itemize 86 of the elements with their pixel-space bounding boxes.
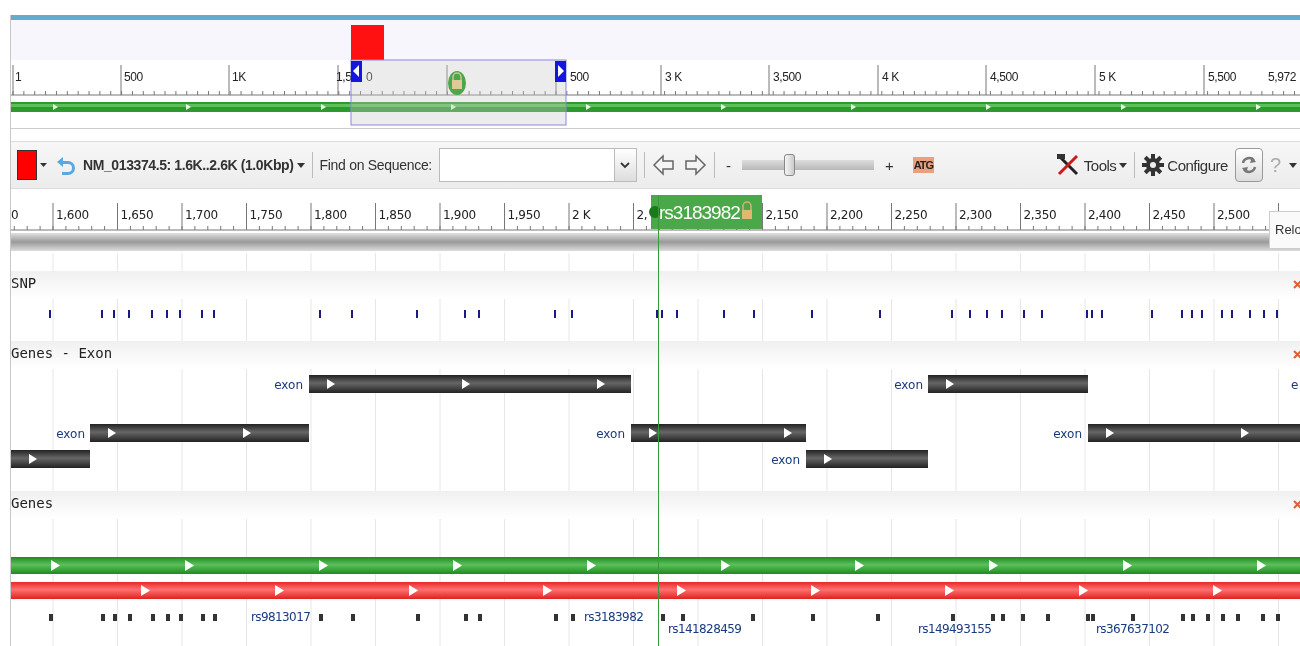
ruler-label: 5 K [1099,70,1116,84]
snp-label[interactable]: rs149493155 [918,622,992,636]
configure-button[interactable]: Configure [1142,154,1228,176]
ruler-label: 2,400 [1088,208,1121,222]
ruler-scroll-bar[interactable] [11,233,1300,251]
exon-bar[interactable] [631,424,806,442]
ruler-label: 500 [124,70,143,84]
ruler-label: 2,300 [959,208,992,222]
ruler-label: 1K [232,70,246,84]
exon-bar[interactable] [309,375,631,393]
ruler-label: 1,700 [185,208,218,222]
sequence-range-dropdown[interactable]: NM_013374.5: 1.6K..2.6K (1.0Kbp) [83,157,305,173]
left-arrow-icon[interactable] [651,153,676,177]
gene-bar[interactable] [11,557,1300,574]
exon-bar[interactable] [90,424,309,442]
ruler-label: 5,972 [1268,70,1297,84]
tools-menu[interactable]: Tools [1054,152,1128,178]
ruler-label: 0 [366,70,373,84]
caret-icon [40,163,47,167]
find-label: Find on Sequence: [319,157,432,173]
ruler-label: 1 [15,70,22,84]
track-title: Genes [11,495,54,511]
ruler-label: 1,650 [120,208,154,222]
caret-icon [1119,162,1128,168]
exon-label: exon [894,378,923,392]
exon-bar[interactable] [11,450,90,468]
close-icon[interactable] [1293,500,1300,509]
selection-window[interactable] [350,59,567,126]
ruler-label: 5,500 [1208,70,1237,84]
left-handle[interactable] [351,61,362,82]
ruler-label: 2,250 [894,208,928,222]
caret-icon [296,162,305,168]
exon-bar[interactable] [1088,424,1300,442]
dropdown-button[interactable] [614,148,637,182]
zoom-out-label: - [724,156,732,174]
exon-label: exon [596,427,625,441]
close-icon[interactable] [1293,280,1300,289]
hammer-wrench-icon [1054,152,1081,178]
lock-icon[interactable] [448,71,466,95]
snp-label[interactable]: rs9813017 [251,610,311,624]
exon-label: exon [1053,427,1082,441]
ruler-label: 2 K [572,208,591,222]
ruler-label: 500 [570,70,589,84]
ruler-label: 2, [636,208,648,222]
ruler-label: 2,450 [1152,208,1186,222]
snp-label[interactable]: rs141828459 [668,622,742,636]
close-icon[interactable] [1293,350,1300,359]
ruler-label: 1,800 [314,208,347,222]
snp-label[interactable]: rs367637102 [1096,622,1170,636]
slider-thumb[interactable] [784,154,796,176]
ruler-label: 1,750 [249,208,283,222]
color-picker-button[interactable] [17,150,47,180]
ruler-label: 0 [11,208,19,222]
ruler-label: 2,150 [765,208,799,222]
track-title: Genes - Exon [11,345,113,361]
gene-bar[interactable] [11,582,1300,599]
ruler-label: 1,850 [378,208,412,222]
snp-label[interactable]: rs3183982 [584,610,644,624]
ruler-label: 3,500 [773,70,802,84]
gear-icon [1142,154,1165,176]
right-arrow-icon[interactable] [682,153,707,177]
ruler-label: 1,950 [507,208,541,222]
ruler-label: 2,350 [1023,208,1057,222]
exon-label: exon [56,427,85,441]
reload-button[interactable] [1234,148,1263,182]
exon-label: exon [274,378,303,392]
ruler-label: 1,600 [56,208,89,222]
exon-label: e [1291,378,1299,392]
caret-icon [1289,162,1297,168]
ruler-label: 2,500 [1217,208,1250,222]
ruler-label: 4 K [882,70,899,84]
position-marker[interactable] [649,195,762,229]
right-handle[interactable] [555,61,566,82]
ruler-label: 1,900 [443,208,476,222]
exon-label: exon [771,453,800,467]
find-on-sequence-field[interactable] [438,148,615,182]
region-marker[interactable] [351,25,384,60]
marker-label: rs3183982 [659,202,740,223]
ruler-label: 3 K [665,70,682,84]
ruler-label: 1,5 [336,70,352,84]
zoom-in-label: + [883,156,895,174]
chevron-down-icon [620,161,631,169]
track-title: SNP [11,275,37,291]
ruler-label: 2,200 [830,208,863,222]
ruler-label: 4,500 [990,70,1019,84]
sequence-icon[interactable]: ATG [912,157,935,173]
